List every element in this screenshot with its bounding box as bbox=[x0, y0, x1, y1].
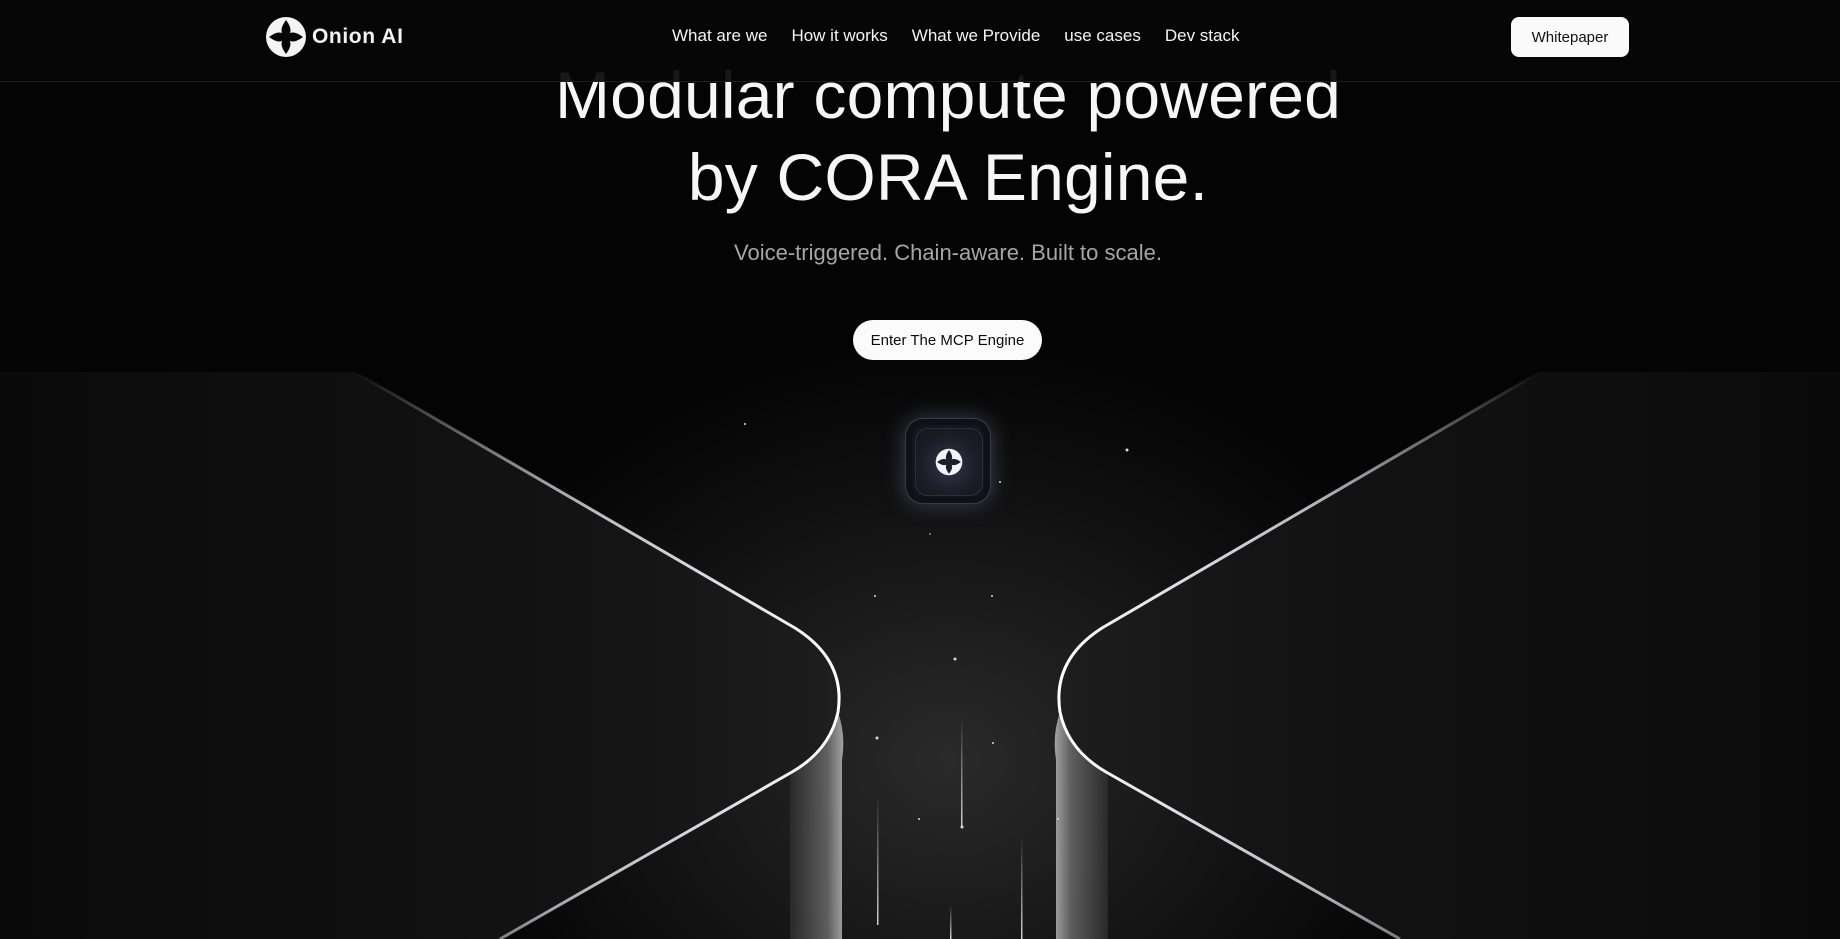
hero-title-line-2: by CORA Engine. bbox=[687, 140, 1209, 214]
nav-link-what-are-we[interactable]: What are we bbox=[672, 26, 767, 46]
landing-page: Onion AI What are we How it works What w… bbox=[0, 0, 1840, 939]
enter-mcp-engine-button[interactable]: Enter The MCP Engine bbox=[853, 320, 1042, 360]
nav-link-dev-stack[interactable]: Dev stack bbox=[1165, 26, 1240, 46]
core-app-icon bbox=[905, 418, 991, 504]
nav-link-use-cases[interactable]: use cases bbox=[1064, 26, 1141, 46]
onion-logo-icon bbox=[935, 448, 963, 476]
nav-link-what-we-provide[interactable]: What we Provide bbox=[912, 26, 1041, 46]
nav-link-how-it-works[interactable]: How it works bbox=[791, 26, 887, 46]
hero-subtitle: Voice-triggered. Chain-aware. Built to s… bbox=[734, 240, 1162, 265]
whitepaper-button[interactable]: Whitepaper bbox=[1511, 17, 1629, 57]
onion-logo-icon bbox=[266, 17, 306, 57]
core-app-icon-tile bbox=[915, 428, 983, 496]
top-navbar: Onion AI What are we How it works What w… bbox=[0, 0, 1840, 82]
primary-nav: What are we How it works What we Provide… bbox=[672, 26, 1239, 46]
brand-name: Onion AI bbox=[312, 25, 404, 48]
brand-logo-link[interactable]: Onion AI bbox=[266, 17, 404, 57]
